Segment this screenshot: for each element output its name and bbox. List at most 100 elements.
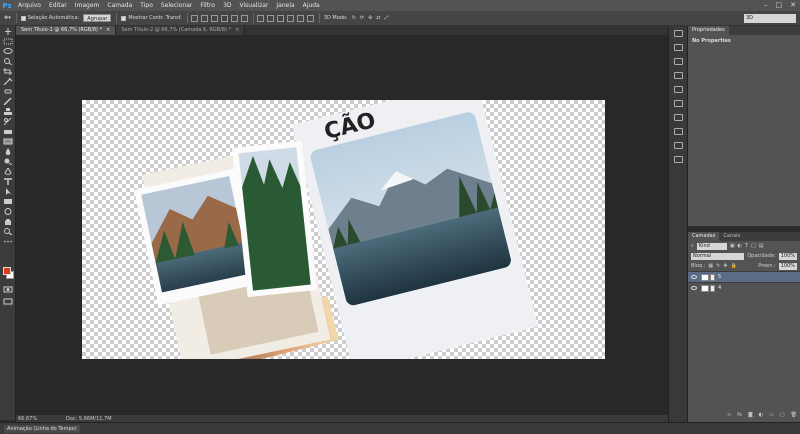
blend-mode-select[interactable]: Normal — [691, 252, 745, 260]
tab-layers[interactable]: Camadas — [688, 232, 720, 241]
roll-3d-icon[interactable]: ⟳ — [360, 15, 364, 21]
menu-ajuda[interactable]: Ajuda — [299, 2, 324, 9]
layer-row-5[interactable]: 5 — [688, 271, 800, 282]
maximize-icon[interactable]: □ — [776, 1, 783, 9]
color-panel-icon[interactable] — [673, 86, 683, 93]
lock-position-icon[interactable]: ✥ — [723, 263, 727, 269]
menu-editar[interactable]: Editar — [45, 2, 71, 9]
zoom-tool-icon[interactable] — [3, 228, 13, 235]
layer-row-4[interactable]: 4 — [688, 282, 800, 293]
dodge-tool-icon[interactable] — [3, 158, 13, 165]
opacity-input[interactable]: 100% — [778, 252, 797, 260]
new-group-icon[interactable]: ▭ — [769, 412, 774, 418]
trash-icon[interactable]: 🗑 — [791, 412, 797, 418]
minimize-icon[interactable]: – — [764, 1, 768, 9]
distribute-top-icon[interactable] — [256, 14, 264, 22]
filter-shape-icon[interactable]: □ — [751, 243, 756, 249]
menu-arquivo[interactable]: Arquivo — [14, 2, 45, 9]
eyedropper-tool-icon[interactable] — [3, 78, 13, 85]
brush-tool-icon[interactable] — [3, 98, 13, 105]
tab-document-1[interactable]: Sem Título-1 @ 66,7% (RGB/8) * × — [16, 26, 117, 35]
rotate-3d-icon[interactable]: ↻ — [352, 15, 356, 21]
close-icon[interactable]: × — [235, 27, 239, 33]
gradient-tool-icon[interactable] — [3, 138, 13, 145]
align-center-icon[interactable] — [230, 14, 238, 22]
align-right-icon[interactable] — [240, 14, 248, 22]
layer-mask-thumbnail[interactable] — [710, 273, 715, 281]
distribute-bottom-icon[interactable] — [276, 14, 284, 22]
menu-selecionar[interactable]: Selecionar — [157, 2, 196, 9]
menu-3d[interactable]: 3D — [219, 2, 235, 9]
visibility-eye-icon[interactable] — [691, 275, 697, 279]
menu-janela[interactable]: Janela — [272, 2, 298, 9]
healing-brush-tool-icon[interactable] — [3, 88, 13, 95]
eraser-tool-icon[interactable] — [3, 128, 13, 135]
info-panel-icon[interactable] — [673, 58, 683, 65]
lock-all-icon[interactable]: 🔒 — [730, 263, 736, 269]
new-adjustment-icon[interactable]: ◐ — [759, 412, 763, 418]
swatches-panel-icon[interactable] — [673, 100, 683, 107]
photoshop-logo[interactable]: Ps — [0, 0, 14, 11]
distribute-left-icon[interactable] — [286, 14, 294, 22]
paragraph-panel-icon[interactable] — [673, 128, 683, 135]
hand-tool-icon[interactable] — [3, 218, 13, 225]
align-left-icon[interactable] — [220, 14, 228, 22]
blur-tool-icon[interactable] — [3, 148, 13, 155]
distribute-middle-icon[interactable] — [266, 14, 274, 22]
add-mask-icon[interactable]: ◙ — [748, 412, 753, 418]
filter-adjustment-icon[interactable]: ◐ — [738, 243, 742, 249]
character-panel-icon[interactable] — [673, 142, 683, 149]
foreground-color-swatch[interactable] — [3, 267, 11, 275]
distribute-center-icon[interactable] — [296, 14, 304, 22]
document-canvas[interactable]: ÇÃO — [82, 100, 605, 359]
auto-select-dropdown[interactable]: Agrupar — [83, 14, 112, 22]
marquee-tool-icon[interactable] — [3, 38, 13, 45]
distribute-right-icon[interactable] — [306, 14, 314, 22]
lock-pixels-icon[interactable]: ✎ — [716, 263, 720, 269]
history-panel-icon[interactable] — [673, 30, 683, 37]
transform-controls-checkbox[interactable] — [121, 15, 127, 21]
menu-tipo[interactable]: Tipo — [136, 2, 157, 9]
scale-3d-icon[interactable]: ⤢ — [385, 15, 389, 21]
close-icon[interactable]: × — [106, 27, 110, 33]
align-middle-icon[interactable] — [200, 14, 208, 22]
zoom-level[interactable]: 66,67% — [16, 416, 37, 422]
fill-input[interactable]: 100% — [778, 262, 797, 270]
filter-smart-icon[interactable]: ▤ — [759, 243, 764, 249]
close-icon[interactable]: ✕ — [790, 1, 796, 9]
history-brush-tool-icon[interactable] — [3, 118, 13, 125]
3d-rotate-tool-icon[interactable] — [3, 208, 13, 215]
rectangle-tool-icon[interactable] — [3, 198, 13, 205]
align-bottom-icon[interactable] — [210, 14, 218, 22]
visibility-eye-icon[interactable] — [691, 286, 697, 290]
brush-panel-icon[interactable] — [673, 156, 683, 163]
crop-tool-icon[interactable] — [3, 68, 13, 75]
workspace-select[interactable]: 3D — [744, 14, 796, 23]
screen-mode-icon[interactable] — [3, 298, 13, 305]
move-tool-icon[interactable]: ✥▾ — [4, 15, 11, 21]
slide-3d-icon[interactable]: ⇄ — [376, 15, 380, 21]
kind-filter-select[interactable]: Kind — [696, 242, 727, 250]
canvas-workspace[interactable]: ÇÃO — [16, 35, 668, 415]
layer-mask-thumbnail[interactable] — [710, 284, 715, 292]
tab-properties[interactable]: Propriedades — [688, 26, 729, 35]
filter-pixel-icon[interactable]: ▣ — [730, 243, 735, 249]
path-selection-tool-icon[interactable] — [3, 188, 13, 195]
type-tool-icon[interactable] — [3, 178, 13, 185]
menu-visualizar[interactable]: Visualizar — [236, 2, 273, 9]
pan-3d-icon[interactable]: ✣ — [368, 15, 372, 21]
filter-type-icon[interactable]: T — [745, 243, 748, 249]
styles-panel-icon[interactable] — [673, 114, 683, 121]
adjustments-panel-icon[interactable] — [673, 72, 683, 79]
tab-channels[interactable]: Canais — [719, 232, 744, 241]
link-layers-icon[interactable]: ∞ — [727, 412, 731, 418]
auto-select-checkbox[interactable] — [20, 15, 26, 21]
align-top-icon[interactable] — [190, 14, 198, 22]
tab-timeline[interactable]: Animação (Linha do Tempo) — [4, 425, 80, 433]
move-tool-icon[interactable] — [3, 28, 13, 35]
clone-stamp-tool-icon[interactable] — [3, 108, 13, 115]
quick-select-tool-icon[interactable] — [3, 58, 13, 65]
new-layer-icon[interactable]: ▢ — [780, 412, 785, 418]
menu-camada[interactable]: Camada — [103, 2, 136, 9]
menu-filtro[interactable]: Filtro — [196, 2, 219, 9]
